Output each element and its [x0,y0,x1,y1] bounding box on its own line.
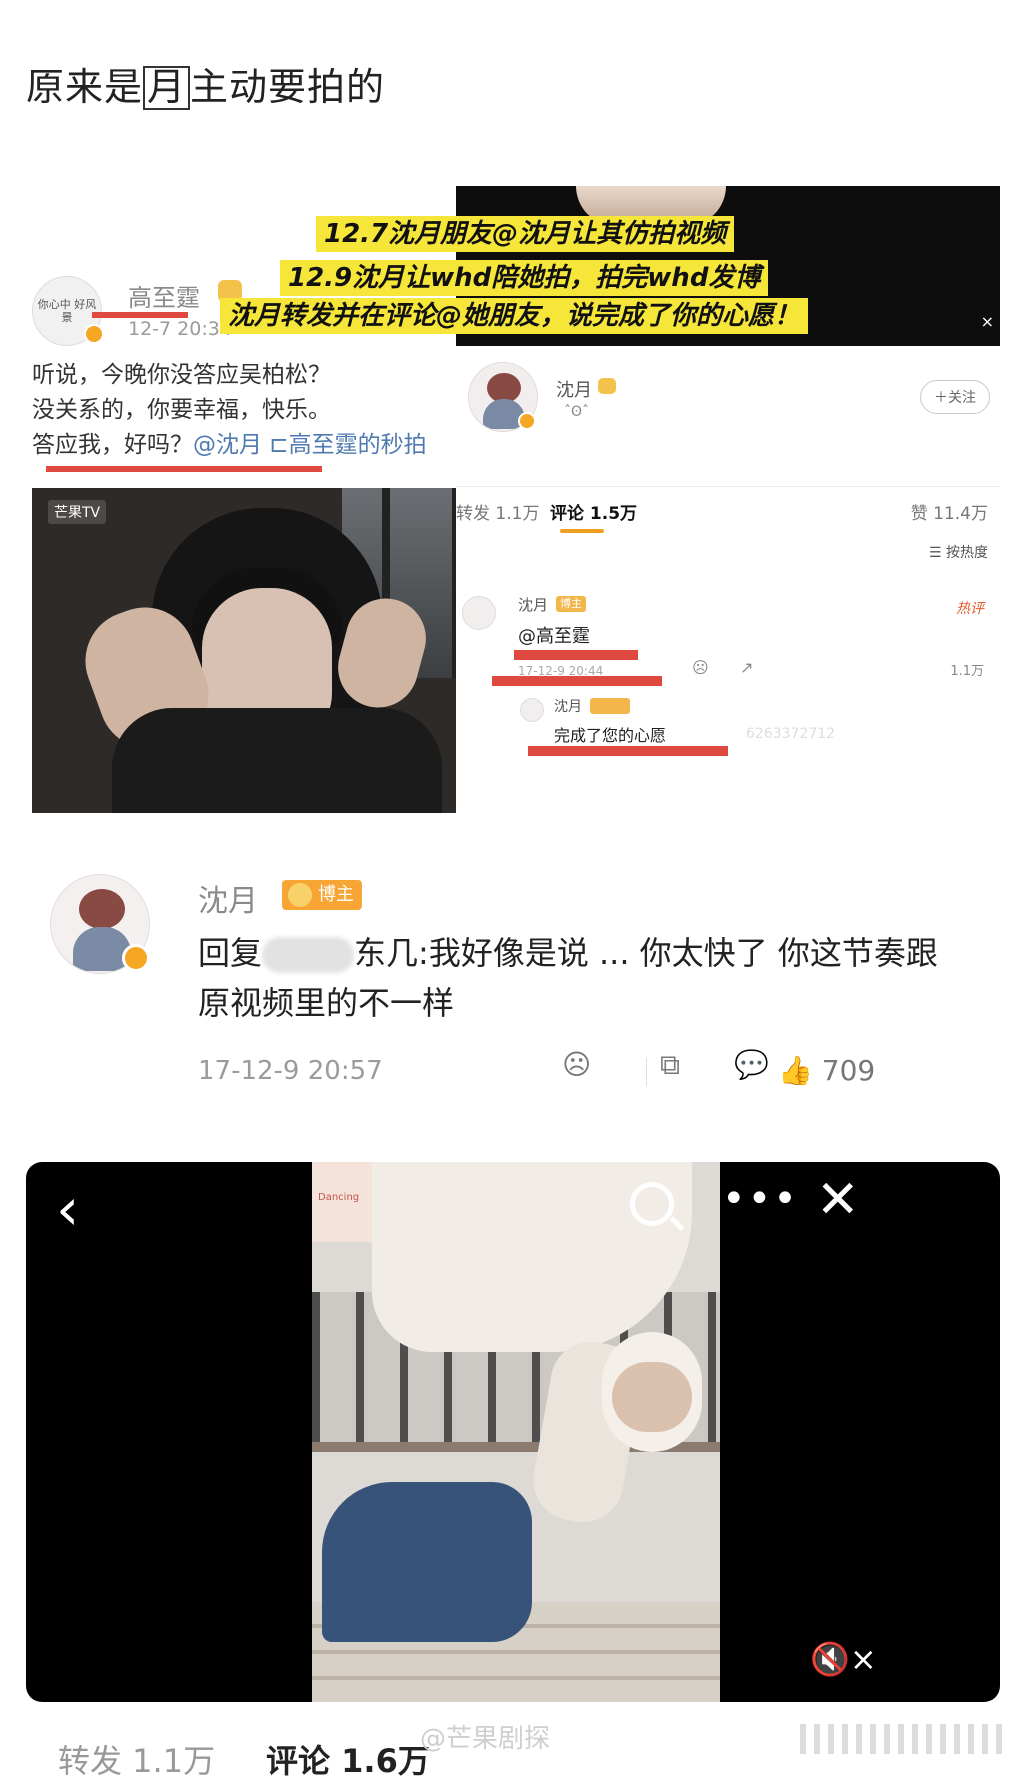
comment-text: 回复 东几:我好像是说 ... 你太快了 你这节奏跟原视频里的不一样 [198,928,958,1028]
watermark-glyphs [800,1724,1010,1754]
crown-icon [590,698,630,714]
red-underline-mark [514,650,638,660]
post-body: 听说，今晚你没答应吴柏松？ 没关系的，你要幸福，快乐。 答应我，好吗？@沈月 ⊏… [32,358,512,463]
callout-close-icon[interactable]: × [981,312,994,331]
evidence-collage: 你心中 好风景 高至霆 12-7 20:34 听说，今晚你没答应吴柏松？ 没关系… [32,186,1000,844]
reply-name[interactable]: 沈月 [554,696,582,716]
post-title-part-3: 主动要拍的 [190,65,386,109]
hot-comment-label: 热评 [956,601,984,617]
timeline-callout-1: 12.7沈月朋友@沈月让其仿拍视频 [316,216,735,252]
timeline-callout-2: 12.9沈月让whd陪她拍，拍完whd发博 [280,260,769,296]
post-content: ˆʘˆ [564,404,590,420]
blogger-badge: 博主 [556,596,586,612]
close-icon[interactable]: ✕ [816,1174,860,1226]
person-face [612,1362,692,1432]
active-tab-indicator [560,529,604,533]
post-line: 听说，今晚你没答应吴柏松？ [32,362,331,388]
post-title: 原来是月主动要拍的 [26,56,385,111]
comment-likes: 1.1万 [950,664,984,679]
mute-icon[interactable]: 🔇× [810,1640,877,1678]
blurred-username [262,937,355,973]
follow-button[interactable]: ＋关注 [920,380,990,414]
person-blue-jacket [322,1482,532,1642]
divider [646,1058,647,1086]
comment-item: 沈月 博主 回复 东几:我好像是说 ... 你太快了 你这节奏跟原视频里的不一样 … [50,870,970,1100]
reply-text: 完成了您的心愿 [554,726,667,745]
verified-badge-icon [84,324,104,344]
tab-reposts[interactable]: 转发 1.1万 [456,499,539,524]
commenter-name[interactable]: 沈月 [518,594,548,615]
video-logo: 芒果TV [48,500,107,524]
like-icon: 👍 [778,1054,822,1087]
red-underline-mark [46,466,322,472]
search-icon[interactable] [630,1182,674,1226]
red-underline-mark [528,746,728,756]
share-icon[interactable]: ↗ [740,658,753,677]
video-frame: Dancing [312,1162,720,1702]
more-icon[interactable]: ••• [722,1176,799,1222]
commenter-avatar[interactable] [462,596,496,630]
dislike-icon[interactable]: ☹ [692,658,709,677]
right-weibo-post: 沈月 ˆʘˆ ＋关注 转发 1.1万 评论 1.5万 赞 11.4万 ☰ 按热度… [456,346,1000,844]
red-underline-mark [492,676,662,686]
post-time: 12-7 20:34 [128,318,232,340]
like-button[interactable]: 👍 709 [778,1054,875,1087]
tab-likes[interactable]: 赞 11.4万 [911,499,988,524]
reply-icon[interactable]: 💬 [734,1048,769,1081]
sort-by-heat[interactable]: ☰ 按热度 [929,542,988,562]
post-line: 没关系的，你要幸福，快乐。 [32,397,331,423]
back-icon[interactable]: ‹ [56,1180,79,1238]
post-title-part-1: 原来是 [26,65,144,109]
red-underline-mark [92,312,188,318]
user-name[interactable]: 沈月 [556,376,592,402]
commenter-name[interactable]: 沈月 [198,876,258,920]
share-icon[interactable]: ⧉ [660,1048,680,1082]
reply-faint-text: 6263372712 [746,726,836,742]
tab-comments[interactable]: 评论 1.6万 [266,1736,430,1778]
user-name[interactable]: 高至霆 [128,278,200,313]
blogger-badge: 博主 [282,880,362,910]
verified-badge-icon [518,412,536,430]
left-video-still[interactable]: 芒果TV [32,488,512,813]
post-line-text: 答应我，好吗？ [32,432,193,458]
like-count: 709 [821,1054,876,1087]
timeline-callout-3: 沈月转发并在评论@她朋友，说完成了你的心愿！ [220,298,809,334]
comment-time: 17-12-9 20:57 [198,1056,383,1086]
reply-prefix: 回复 [198,934,263,972]
comment-text: @高至霆 [518,626,590,647]
verified-badge-icon [122,944,150,972]
reply-avatar[interactable] [520,698,544,722]
post-title-boxed-char: 月 [143,66,191,110]
mention-link[interactable]: @沈月 [193,432,262,458]
dislike-icon[interactable]: ☹ [562,1048,591,1081]
banner-text: Dancing [318,1192,360,1203]
body-shape [112,708,442,813]
tab-reposts[interactable]: 转发 1.1万 [58,1736,215,1778]
video-link[interactable]: ⊏高至霆的秒拍 [262,432,426,458]
post-line: 答应我，好吗？@沈月 ⊏高至霆的秒拍 [32,428,512,463]
video-player[interactable]: Dancing ‹ ••• ✕ 🔇× [26,1162,1000,1702]
avatar-handwriting: 你心中 好风景 [37,297,97,324]
post-stats-tabs: 转发 1.1万 评论 1.5万 赞 11.4万 [456,486,1000,533]
watermark: @芒果剧探 [420,1724,551,1754]
crown-icon [598,378,616,394]
reply-target-tail[interactable]: 东几 [354,934,418,972]
tab-comments[interactable]: 评论 1.5万 [550,499,637,524]
